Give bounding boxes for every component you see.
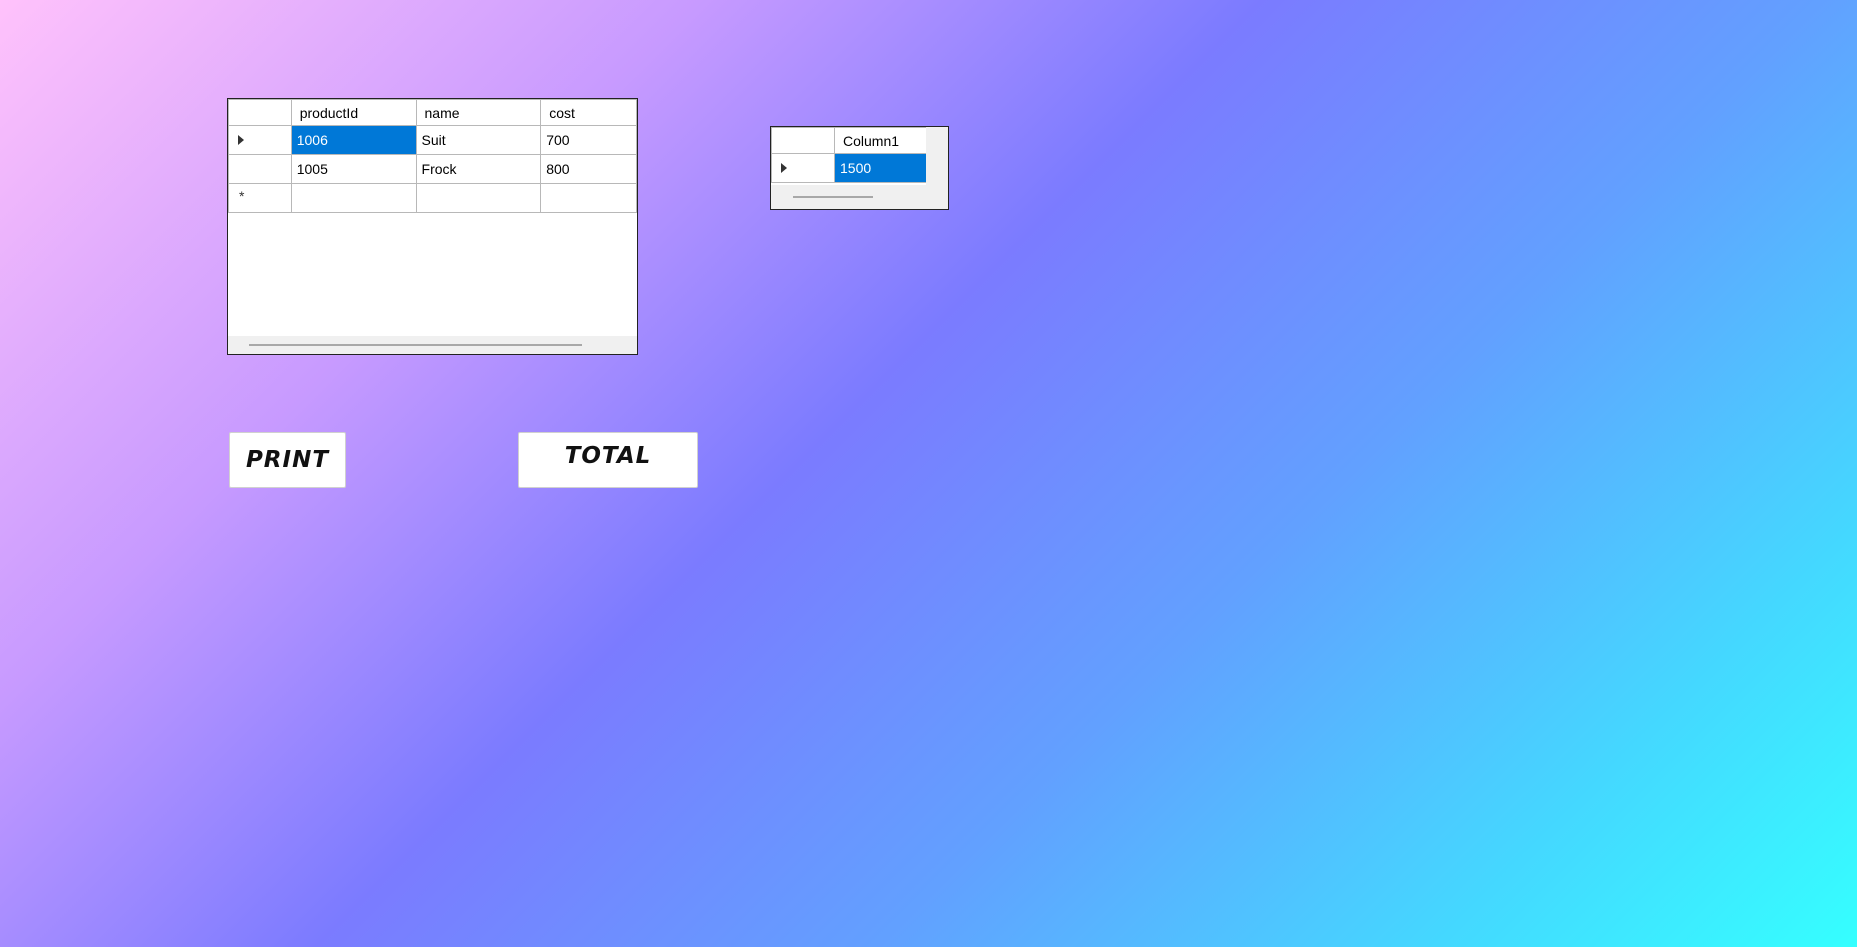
column-header-cost[interactable]: cost bbox=[540, 99, 637, 126]
row-header[interactable]: * bbox=[228, 183, 292, 213]
column-header-productid[interactable]: productId bbox=[290, 99, 417, 126]
total-grid[interactable]: Column1 1500 bbox=[770, 126, 949, 210]
total-button[interactable]: TOTAL bbox=[518, 432, 698, 488]
row-header[interactable] bbox=[228, 125, 292, 155]
column-header-column1[interactable]: Column1 bbox=[834, 127, 927, 154]
header-row: Column1 bbox=[771, 127, 927, 154]
horizontal-scrollbar[interactable] bbox=[228, 336, 637, 354]
total-table: Column1 1500 bbox=[771, 127, 927, 183]
current-row-arrow-icon bbox=[238, 135, 244, 145]
horizontal-scrollbar[interactable] bbox=[771, 185, 926, 209]
print-button[interactable]: PRINT bbox=[229, 432, 346, 488]
row-header[interactable] bbox=[228, 154, 292, 184]
cell-productid[interactable]: 1006 bbox=[290, 125, 417, 155]
products-table: productId name cost 1006 Suit 700 1005 F… bbox=[228, 99, 637, 213]
cell-cost[interactable]: 700 bbox=[540, 125, 637, 155]
cell-name[interactable] bbox=[415, 183, 542, 213]
table-row[interactable]: 1006 Suit 700 bbox=[228, 125, 637, 155]
cell-productid[interactable]: 1005 bbox=[290, 154, 417, 184]
cell-name[interactable]: Frock bbox=[415, 154, 542, 184]
current-row-arrow-icon bbox=[781, 163, 787, 173]
top-left-header-cell[interactable] bbox=[771, 127, 835, 154]
new-row[interactable]: * bbox=[228, 183, 637, 213]
top-left-header-cell[interactable] bbox=[228, 99, 292, 126]
vertical-scrollbar[interactable] bbox=[926, 127, 948, 209]
column-header-name[interactable]: name bbox=[415, 99, 542, 126]
products-grid[interactable]: productId name cost 1006 Suit 700 1005 F… bbox=[227, 98, 638, 355]
row-header[interactable] bbox=[771, 153, 835, 183]
table-row[interactable]: 1005 Frock 800 bbox=[228, 154, 637, 184]
cell-column1[interactable]: 1500 bbox=[834, 153, 927, 183]
new-row-star-icon: * bbox=[239, 188, 245, 204]
horizontal-scrollbar-thumb[interactable] bbox=[793, 196, 873, 198]
cell-cost[interactable]: 800 bbox=[540, 154, 637, 184]
table-row[interactable]: 1500 bbox=[771, 153, 927, 183]
horizontal-scrollbar-thumb[interactable] bbox=[249, 344, 582, 346]
header-row: productId name cost bbox=[228, 99, 637, 126]
cell-cost[interactable] bbox=[540, 183, 637, 213]
cell-name[interactable]: Suit bbox=[415, 125, 542, 155]
cell-productid[interactable] bbox=[290, 183, 417, 213]
